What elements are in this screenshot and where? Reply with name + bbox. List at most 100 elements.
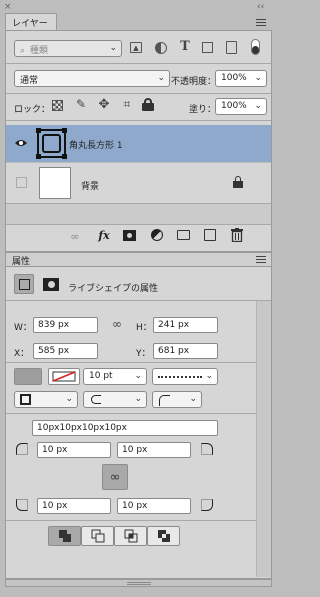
divider	[6, 413, 256, 414]
fx-icon[interactable]: fx	[96, 227, 112, 243]
corner-bottom-left-field[interactable]: 10 px	[37, 498, 111, 514]
y-label: Y：	[136, 349, 151, 359]
blend-mode-label: 通常	[20, 76, 39, 86]
divider	[6, 300, 271, 301]
stroke-width-value: 10 pt	[89, 371, 113, 381]
y-field[interactable]: 681 px	[153, 343, 218, 359]
filter-smart-object-icon[interactable]	[226, 41, 237, 54]
corner-top-left-field[interactable]: 10 px	[37, 442, 111, 458]
opacity-label: 不透明度：	[171, 77, 217, 87]
search-icon: ⌕	[20, 46, 26, 56]
stroke-color-swatch[interactable]	[48, 368, 80, 385]
corner-bottom-right-field[interactable]: 10 px	[117, 498, 191, 514]
scrollbar[interactable]	[256, 301, 271, 577]
chevron-down-icon: ⌄	[254, 101, 262, 111]
link-layers-icon[interactable]: ∞	[68, 230, 82, 243]
layer-row[interactable]: 背景	[6, 163, 271, 203]
collapse-panels-icon[interactable]: ‹‹	[257, 2, 264, 12]
layer-thumbnail-white	[39, 167, 71, 199]
new-layer-icon[interactable]	[204, 229, 216, 241]
chevron-down-icon: ⌄	[157, 73, 165, 83]
fill-color-swatch[interactable]	[14, 368, 42, 385]
corner-bottom-left-icon	[16, 499, 28, 511]
divider	[6, 120, 271, 121]
divider	[6, 93, 271, 94]
height-label: H：	[136, 323, 152, 333]
lock-icon	[233, 176, 243, 188]
chevron-down-icon: ⌄	[205, 371, 213, 381]
intersect-shapes-button[interactable]	[114, 526, 147, 546]
layers-empty-area	[6, 204, 271, 224]
stroke-corner-select[interactable]: ⌄	[152, 391, 202, 408]
corner-top-right-icon	[201, 443, 213, 455]
subtract-front-shape-button[interactable]	[81, 526, 114, 546]
tab-layers-label: レイヤー	[12, 19, 48, 29]
layers-panel: ⌕ 種類 ⌄ ▲ T 通常 ⌄ 不透明度： 100% ⌄ ロック： ✎ ✥ ⌗ …	[5, 30, 272, 252]
layer-name[interactable]: 角丸長方形 1	[69, 138, 123, 151]
filter-toggle-switch[interactable]	[251, 39, 260, 55]
shape-properties-button[interactable]	[14, 274, 34, 294]
stroke-cap-select[interactable]: ⌄	[83, 391, 147, 408]
stroke-width-select[interactable]: 10 pt ⌄	[83, 368, 147, 385]
link-dimensions-icon[interactable]: ∞	[109, 317, 125, 331]
lock-label: ロック：	[14, 105, 51, 115]
layer-row[interactable]: 角丸長方形 1	[6, 125, 271, 162]
exclude-overlap-button[interactable]	[147, 526, 180, 546]
corner-top-left-icon	[16, 443, 28, 455]
chevron-down-icon: ⌄	[134, 394, 142, 404]
x-field[interactable]: 585 px	[33, 343, 98, 359]
divider	[6, 362, 256, 363]
properties-header-bar	[5, 252, 272, 266]
panel-menu-icon[interactable]	[256, 19, 266, 26]
lock-position-icon[interactable]: ✥	[97, 97, 111, 112]
fill-select[interactable]: 100% ⌄	[215, 98, 267, 115]
lock-all-icon[interactable]	[142, 98, 154, 111]
lock-transparent-pixels-icon[interactable]	[52, 100, 63, 111]
blend-mode-select[interactable]: 通常 ⌄	[14, 70, 170, 87]
corner-top-right-field[interactable]: 10 px	[117, 442, 191, 458]
width-label: W：	[14, 323, 32, 333]
chevron-down-icon: ⌄	[189, 394, 197, 404]
visibility-toggle-empty[interactable]	[16, 177, 27, 188]
chevron-down-icon: ⌄	[109, 43, 117, 53]
opacity-value: 100%	[221, 73, 247, 83]
fill-label: 塗り：	[189, 105, 217, 115]
eye-icon[interactable]	[14, 137, 28, 149]
adjustment-layer-icon[interactable]	[151, 229, 163, 241]
width-field[interactable]: 839 px	[33, 317, 98, 333]
trash-icon[interactable]	[231, 228, 243, 242]
lock-image-pixels-icon[interactable]: ✎	[74, 97, 88, 111]
chevron-down-icon: ⌄	[65, 394, 73, 404]
corner-radii-summary-field[interactable]: 10px10px10px10px	[32, 420, 218, 436]
height-field[interactable]: 241 px	[153, 317, 218, 333]
divider	[6, 520, 256, 521]
divider	[6, 224, 271, 225]
stroke-type-select[interactable]: ⌄	[152, 368, 218, 385]
panel-resize-grip[interactable]	[5, 579, 272, 587]
filter-shape-icon[interactable]	[202, 42, 213, 53]
filter-adjustment-icon[interactable]	[155, 42, 167, 54]
filter-text-icon[interactable]: T	[178, 39, 192, 54]
filter-image-icon[interactable]: ▲	[130, 42, 142, 53]
filter-kind-select[interactable]: ⌕ 種類 ⌄	[14, 40, 122, 57]
add-mask-icon[interactable]	[123, 230, 136, 241]
stroke-align-select[interactable]: ⌄	[14, 391, 78, 408]
combine-shapes-button[interactable]	[48, 526, 81, 546]
properties-panel: ライブシェイプの属性 W： 839 px ∞ H： 241 px X： 585 …	[5, 266, 272, 579]
layer-thumbnail-shape	[36, 128, 67, 159]
properties-title: ライブシェイプの属性	[68, 284, 159, 294]
layer-name[interactable]: 背景	[81, 179, 99, 192]
link-corners-button[interactable]: ∞	[102, 464, 128, 490]
fill-value: 100%	[221, 101, 247, 111]
new-group-icon[interactable]	[177, 230, 190, 240]
tab-layers[interactable]: レイヤー ×	[4, 2, 57, 30]
chevron-down-icon: ⌄	[254, 73, 262, 83]
lock-artboard-icon[interactable]: ⌗	[120, 97, 134, 111]
panel-menu-icon[interactable]	[256, 256, 266, 263]
opacity-select[interactable]: 100% ⌄	[215, 70, 267, 87]
chevron-down-icon: ⌄	[134, 371, 142, 381]
close-icon[interactable]: ×	[4, 2, 12, 12]
mask-properties-icon[interactable]	[43, 278, 59, 291]
divider	[6, 63, 271, 64]
corner-bottom-right-icon	[201, 499, 213, 511]
